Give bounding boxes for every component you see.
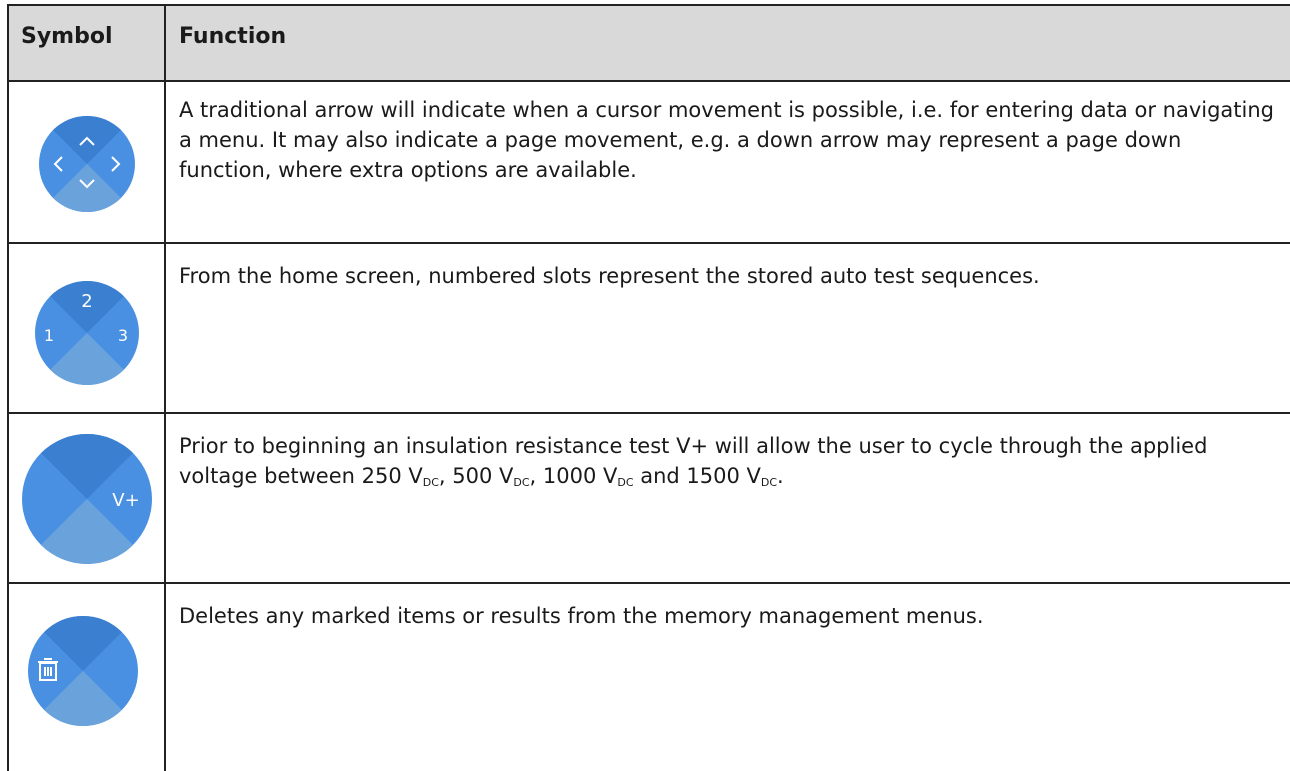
row-1-function: A traditional arrow will indicate when a… <box>179 98 1274 182</box>
trash-icon <box>28 616 138 726</box>
row-4-function: Deletes any marked items or results from… <box>179 604 984 628</box>
slot-1-label: 1 <box>44 326 54 345</box>
voltage-plus-icon: V+ <box>22 434 152 564</box>
row-2-function: From the home screen, numbered slots rep… <box>179 264 1040 288</box>
header-function: Function <box>179 24 287 49</box>
numbered-slots-icon: 2 1 3 <box>35 281 139 385</box>
slot-3-label: 3 <box>118 326 128 345</box>
row-3-function: Prior to beginning an insulation resista… <box>179 434 1208 489</box>
symbol-function-table: Symbol Function A traditional arrow will… <box>7 4 1290 771</box>
v-plus-label: V+ <box>112 490 139 511</box>
arrow-dpad-icon <box>39 116 135 212</box>
header-symbol: Symbol <box>21 24 113 49</box>
slot-2-label: 2 <box>81 291 92 312</box>
